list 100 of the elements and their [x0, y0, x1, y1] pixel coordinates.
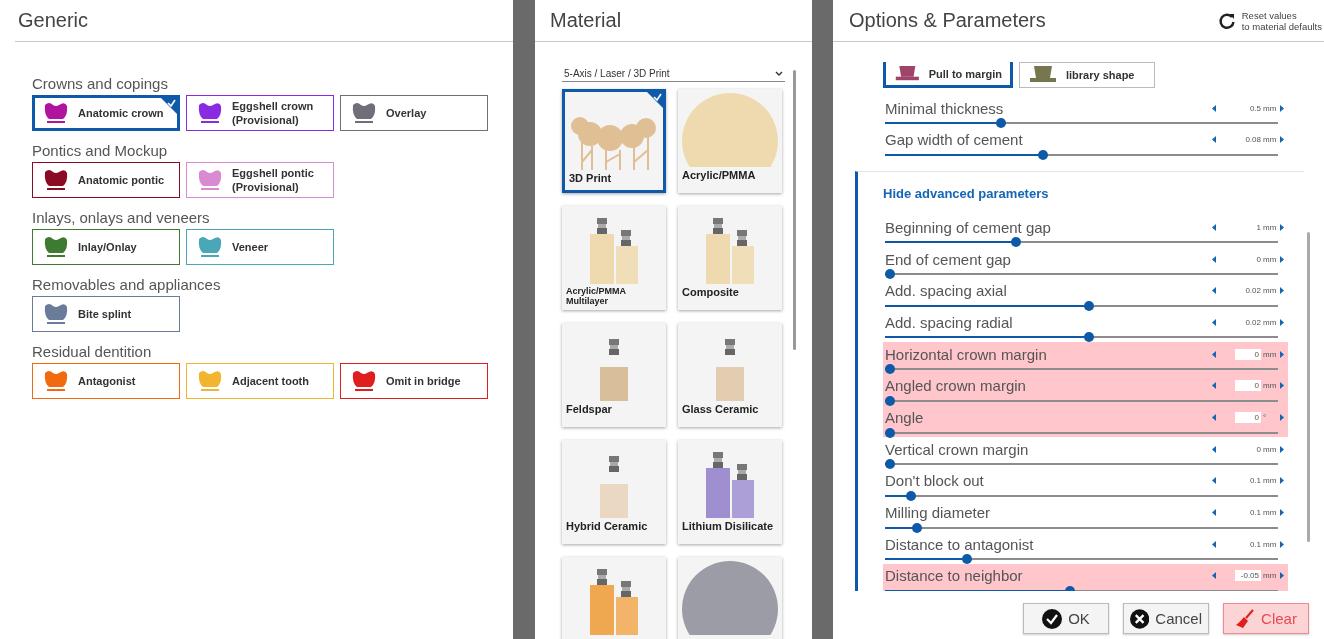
slider-thumb[interactable] [961, 554, 972, 565]
slider-thumb[interactable] [1084, 332, 1095, 343]
increase-arrow-icon[interactable] [1279, 223, 1284, 231]
refresh-icon [1217, 11, 1236, 30]
material-tile[interactable] [562, 557, 666, 639]
increase-arrow-icon[interactable] [1279, 136, 1284, 144]
increase-arrow-icon[interactable] [1279, 318, 1284, 326]
material-dropdown[interactable]: 5-Axis / Laser / 3D Print [562, 66, 785, 82]
decrease-arrow-icon[interactable] [1212, 318, 1217, 326]
checkmark-icon [647, 92, 663, 108]
increase-arrow-icon[interactable] [1279, 477, 1284, 485]
parameter-label: Angled crown margin [885, 377, 1027, 395]
material-tile[interactable]: Acrylic/PMMA [678, 89, 782, 193]
parameter-value: 0.5 [1249, 103, 1261, 113]
slider-thumb[interactable] [885, 459, 895, 470]
slider-thumb[interactable] [885, 364, 895, 375]
restoration-type-button[interactable]: Omit in bridge [340, 363, 488, 399]
material-tile[interactable]: Composite [678, 206, 782, 310]
section-heading: Pontics and Mockup [32, 141, 169, 160]
restoration-type-button[interactable]: Adjacent tooth [186, 363, 334, 399]
parameter-value: 0 [1256, 444, 1261, 454]
decrease-arrow-icon[interactable] [1212, 104, 1217, 112]
increase-arrow-icon[interactable] [1279, 509, 1284, 517]
parameter-label: Vertical crown margin [885, 440, 1030, 458]
material-tile[interactable]: Lithium Disilicate [678, 440, 782, 544]
increase-arrow-icon[interactable] [1279, 350, 1284, 358]
slider-thumb[interactable] [996, 118, 1007, 128]
material-tile[interactable]: Acrylic/PMMA Multilayer [562, 206, 666, 310]
slider-thumb[interactable] [906, 490, 917, 501]
decrease-arrow-icon[interactable] [1212, 136, 1217, 144]
slider-thumb[interactable] [1038, 149, 1049, 160]
value-field[interactable]: 0 [1235, 412, 1261, 423]
slider-thumb[interactable] [1084, 300, 1095, 311]
decrease-arrow-icon[interactable] [1212, 255, 1217, 263]
decrease-arrow-icon[interactable] [1212, 572, 1217, 580]
slider-thumb[interactable] [1065, 585, 1075, 592]
slider-thumb[interactable] [1011, 237, 1022, 248]
material-tile[interactable]: Hybrid Ceramic [562, 440, 666, 544]
cancel-button[interactable]: Cancel [1123, 603, 1209, 634]
crown-icon [1028, 66, 1058, 84]
restoration-type-button[interactable]: Veneer [186, 229, 334, 265]
section-heading: Removables and appliances [32, 275, 222, 294]
broom-icon [1235, 608, 1256, 629]
increase-arrow-icon[interactable] [1279, 287, 1284, 295]
decrease-arrow-icon[interactable] [1212, 382, 1217, 390]
increase-arrow-icon[interactable] [1279, 445, 1284, 453]
increase-arrow-icon[interactable] [1279, 414, 1284, 421]
value-field[interactable]: -0.05 [1235, 570, 1261, 582]
restoration-type-button[interactable]: Anatomic pontic [32, 162, 180, 198]
decrease-arrow-icon[interactable] [1212, 223, 1217, 231]
parameter-value: 0.1 [1249, 539, 1261, 549]
parameter-label: Add. spacing axial [885, 282, 1008, 300]
restoration-type-button[interactable]: Eggshell crown (Provisional) [186, 95, 334, 131]
slider-thumb[interactable] [885, 427, 895, 438]
parameter-label: End of cement gap [885, 250, 1012, 268]
restoration-type-button[interactable]: Bite splint [32, 296, 180, 332]
ok-button[interactable]: OK [1023, 603, 1109, 634]
value-field[interactable]: 0 [1235, 348, 1261, 360]
restoration-type-button[interactable]: Anatomic crown [32, 95, 180, 131]
slider-thumb[interactable] [885, 269, 895, 280]
parameter-value: 0.1 [1249, 508, 1261, 518]
parameter-value: 1 [1256, 222, 1261, 232]
increase-arrow-icon[interactable] [1279, 572, 1284, 580]
scrollbar[interactable] [1307, 232, 1310, 542]
restoration-type-button[interactable]: Overlay [340, 95, 488, 131]
decrease-arrow-icon[interactable] [1212, 350, 1217, 358]
restoration-type-button[interactable]: Eggshell pontic (Provisional) [186, 162, 334, 198]
chevron-down-icon [775, 70, 783, 77]
shape-option-button[interactable]: Pull to margin [883, 62, 1013, 88]
value-field[interactable]: 0 [1235, 380, 1261, 392]
parameter-label: Don't block out [885, 472, 985, 490]
slider-thumb[interactable] [911, 522, 922, 533]
parameter-label: Horizontal crown margin [885, 345, 1048, 363]
material-tile[interactable]: 3D Print [562, 89, 666, 193]
parameter-value: 0.02 [1245, 317, 1261, 327]
decrease-arrow-icon[interactable] [1212, 477, 1217, 485]
panel-title: Material [549, 9, 622, 32]
decrease-arrow-icon[interactable] [1212, 509, 1217, 517]
increase-arrow-icon[interactable] [1279, 382, 1284, 390]
reset-button[interactable]: Reset values to material defaults [1217, 9, 1322, 32]
parameter-value: 0.1 [1249, 476, 1261, 486]
decrease-arrow-icon[interactable] [1212, 445, 1217, 453]
material-tile[interactable]: Glass Ceramic [678, 323, 782, 427]
increase-arrow-icon[interactable] [1279, 255, 1284, 263]
decrease-arrow-icon[interactable] [1212, 540, 1217, 548]
scrollbar[interactable] [793, 70, 796, 350]
toggle-link[interactable]: Hide advanced parameters [883, 186, 1049, 202]
material-tile[interactable]: Feldspar [562, 323, 666, 427]
check-circle-icon [1042, 608, 1063, 629]
decrease-arrow-icon[interactable] [1212, 414, 1217, 421]
decrease-arrow-icon[interactable] [1212, 287, 1217, 295]
material-block-drawing [598, 456, 630, 518]
increase-arrow-icon[interactable] [1279, 540, 1284, 548]
restoration-type-button[interactable]: Antagonist [32, 363, 180, 399]
parameter-value: 0 [1256, 254, 1261, 264]
material-block-drawing [598, 339, 630, 401]
increase-arrow-icon[interactable] [1279, 104, 1284, 112]
slider-thumb[interactable] [885, 395, 895, 406]
restoration-type-button[interactable]: Inlay/Onlay [32, 229, 180, 265]
shape-option-button[interactable]: library shape [1019, 62, 1155, 88]
